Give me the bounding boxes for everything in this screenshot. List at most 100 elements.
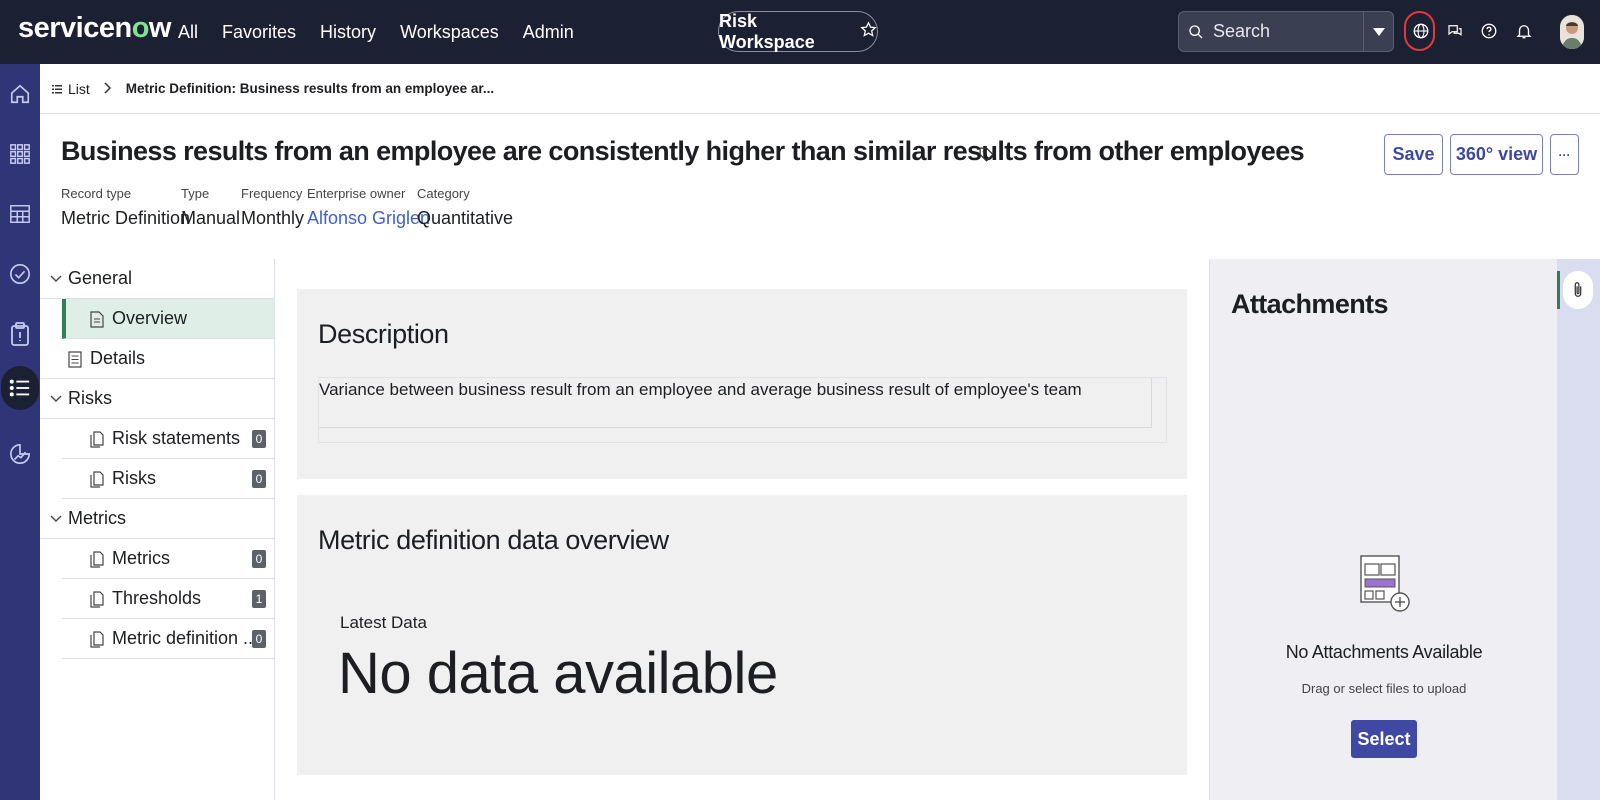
attachments-panel: Attachments No Attachments Available Dra… xyxy=(1209,259,1557,800)
subnav-group-label: Risks xyxy=(68,388,112,408)
tag-icon[interactable] xyxy=(978,145,995,169)
star-icon[interactable] xyxy=(860,20,877,43)
chevron-down-icon xyxy=(50,512,68,526)
subnav-group-label: Metrics xyxy=(68,508,126,528)
subnav-item-thresholds[interactable]: Thresholds 1 xyxy=(62,579,274,619)
subnav-item-risks[interactable]: Risks 0 xyxy=(62,459,274,499)
globe-icon[interactable] xyxy=(1406,16,1436,46)
user-avatar[interactable] xyxy=(1560,15,1584,49)
subnav-item-label: Metrics xyxy=(112,548,170,568)
nav-all[interactable]: All xyxy=(178,22,198,43)
apps-grid-icon[interactable] xyxy=(4,138,36,170)
overview-title: Metric definition data overview xyxy=(318,525,669,555)
logo-accent: o xyxy=(131,12,150,44)
count-badge: 0 xyxy=(252,550,266,568)
meta-value: Manual xyxy=(181,208,241,228)
home-icon[interactable] xyxy=(4,78,36,110)
count-badge: 0 xyxy=(252,430,266,448)
breadcrumb-list-link[interactable]: List xyxy=(52,81,90,97)
record-subnav: General Overview Details Risks Risk stat… xyxy=(40,259,275,800)
document-icon xyxy=(90,311,104,333)
servicenow-logo[interactable]: servicenow xyxy=(18,12,171,45)
subnav-group-risks[interactable]: Risks xyxy=(40,379,274,419)
search-input[interactable] xyxy=(1213,21,1343,42)
active-indicator xyxy=(1557,271,1560,309)
subnav-item-label: Risks xyxy=(112,468,156,488)
subnav-item-label: Risk statements xyxy=(112,428,241,448)
nav-admin[interactable]: Admin xyxy=(523,22,574,43)
documents-icon xyxy=(90,551,104,573)
workspace-pill[interactable]: Risk Workspace xyxy=(718,11,878,52)
nav-history[interactable]: History xyxy=(320,22,376,43)
meta-category: Category Quantitative xyxy=(417,186,513,229)
subnav-item-metric-definition[interactable]: Metric definition ... 0 xyxy=(62,619,274,659)
logo-text: servicen xyxy=(18,12,132,44)
count-badge: 0 xyxy=(252,630,266,648)
record-title: Business results from an employee are co… xyxy=(61,136,1305,166)
analytics-icon[interactable] xyxy=(4,438,36,470)
list-small-icon xyxy=(52,84,62,93)
details-icon xyxy=(68,351,82,373)
meta-label: Category xyxy=(417,186,470,201)
more-options-button[interactable]: ··· xyxy=(1550,134,1579,175)
table-icon[interactable] xyxy=(4,198,36,230)
subnav-item-risk-statements[interactable]: Risk statements 0 xyxy=(62,419,274,459)
subnav-item-details[interactable]: Details xyxy=(40,339,274,379)
attachments-title: Attachments xyxy=(1231,289,1389,319)
workspace-title: Risk Workspace xyxy=(719,10,815,52)
meta-type: Type Manual xyxy=(181,186,240,229)
no-attachments-title: No Attachments Available xyxy=(1285,642,1483,662)
description-text: Variance between business result from an… xyxy=(319,378,1152,428)
check-circle-icon[interactable] xyxy=(4,258,36,290)
select-files-button[interactable]: Select xyxy=(1351,720,1417,758)
meta-record-type: Record type Metric Definition xyxy=(61,186,190,229)
search-box[interactable] xyxy=(1178,11,1394,52)
chat-icon[interactable] xyxy=(1440,16,1470,46)
search-icon xyxy=(1179,24,1213,40)
description-field: Variance between business result from an… xyxy=(318,377,1167,443)
help-icon[interactable] xyxy=(1474,16,1504,46)
documents-icon xyxy=(90,591,104,613)
description-title: Description xyxy=(318,319,449,349)
paperclip-icon[interactable] xyxy=(1563,271,1593,309)
overview-card: Metric definition data overview Latest D… xyxy=(297,495,1187,775)
documents-icon xyxy=(90,431,104,453)
breadcrumb-current: Metric Definition: Business results from… xyxy=(125,81,495,96)
latest-data-label: Latest Data xyxy=(340,613,427,632)
meta-frequency: Frequency Monthly xyxy=(241,186,304,229)
breadcrumb: List Metric Definition: Business results… xyxy=(40,64,1600,114)
bell-icon[interactable] xyxy=(1509,16,1539,46)
count-badge: 1 xyxy=(252,590,266,608)
empty-attachments-icon xyxy=(1360,555,1410,620)
subnav-item-label: Overview xyxy=(112,308,188,328)
meta-label: Record type xyxy=(61,186,132,201)
nav-favorites[interactable]: Favorites xyxy=(222,22,296,43)
subnav-item-overview[interactable]: Overview xyxy=(62,299,274,339)
subnav-item-label: Thresholds xyxy=(112,588,202,608)
logo-text-end: w xyxy=(148,12,172,44)
view-360-button[interactable]: 360° view xyxy=(1450,134,1543,175)
documents-icon xyxy=(90,471,104,493)
meta-enterprise-owner: Enterprise owner Alfonso Griglen xyxy=(307,186,430,229)
nav-workspaces[interactable]: Workspaces xyxy=(400,22,499,43)
left-rail xyxy=(0,64,40,800)
upload-hint: Drag or select files to upload xyxy=(1301,681,1467,696)
meta-value: Monthly xyxy=(241,208,305,228)
meta-value: Quantitative xyxy=(417,208,514,228)
subnav-group-metrics[interactable]: Metrics xyxy=(40,499,274,539)
breadcrumb-list-label: List xyxy=(68,80,90,97)
clipboard-icon[interactable] xyxy=(4,318,36,350)
subnav-group-label: General xyxy=(68,268,133,288)
save-button[interactable]: Save xyxy=(1384,134,1443,175)
main-content: Description Variance between business re… xyxy=(275,259,1209,800)
meta-label: Enterprise owner xyxy=(307,186,406,201)
list-icon[interactable] xyxy=(1,366,39,410)
enterprise-owner-link[interactable]: Alfonso Griglen xyxy=(307,208,430,229)
chevron-down-icon xyxy=(50,392,68,406)
right-sidebar-strip xyxy=(1557,259,1600,800)
subnav-group-general[interactable]: General xyxy=(40,259,274,299)
subnav-item-metrics[interactable]: Metrics 0 xyxy=(62,539,274,579)
count-badge: 0 xyxy=(252,470,266,488)
subnav-item-label: Details xyxy=(90,348,146,368)
search-dropdown-icon[interactable] xyxy=(1363,12,1393,51)
